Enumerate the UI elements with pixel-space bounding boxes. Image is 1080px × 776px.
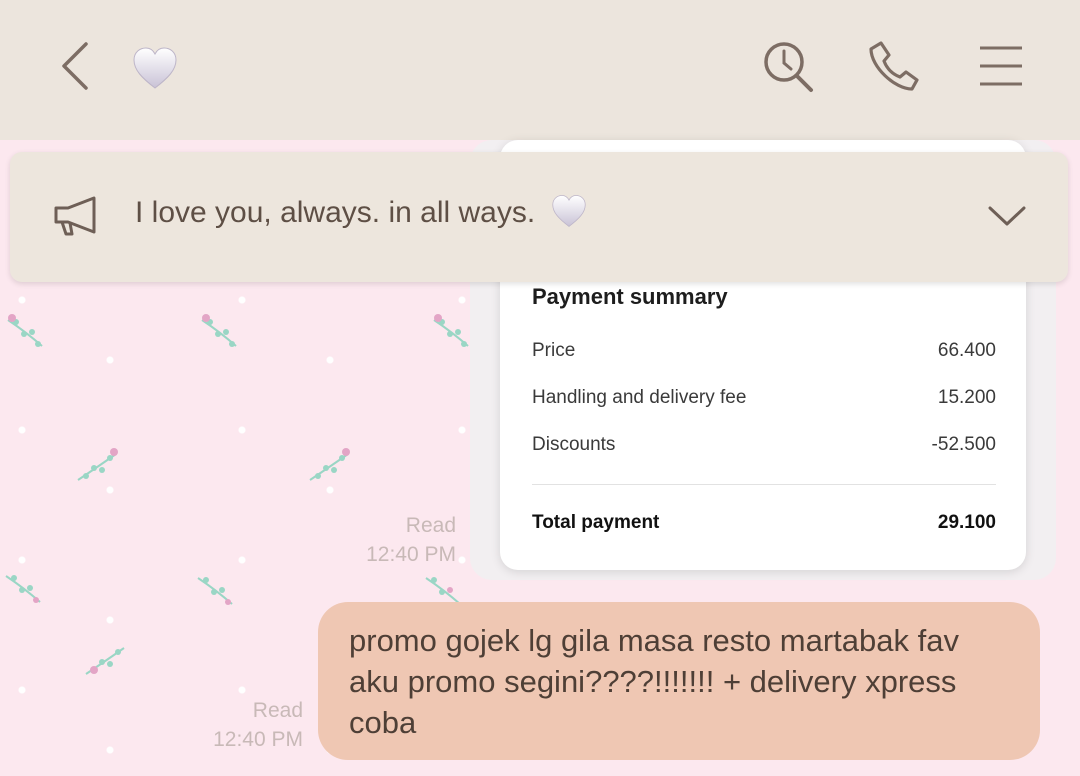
megaphone-icon: [54, 196, 96, 236]
menu-icon: [980, 46, 1022, 86]
call-button[interactable]: [866, 38, 922, 94]
announcement-text: I love you, always. in all ways.: [135, 194, 588, 230]
message-meta: Read 12:40 PM: [186, 696, 303, 754]
read-status: Read: [252, 699, 303, 722]
receipt-divider: [532, 484, 996, 485]
sent-message-bubble[interactable]: promo gojek lg gila masa resto martabak …: [318, 602, 1040, 760]
flower-sprig-decoration: [433, 314, 469, 347]
phone-icon: [869, 41, 919, 91]
flower-sprig-decoration: [309, 448, 350, 481]
discounts-value: -52.500: [931, 434, 996, 455]
flower-sprig-decoration: [5, 575, 41, 603]
chevron-down-icon: [988, 206, 1026, 226]
delivery-fee-label: Handling and delivery fee: [532, 387, 747, 408]
price-value: 66.400: [937, 340, 996, 361]
message-meta: Read 12:40 PM: [340, 511, 456, 569]
message-text: promo gojek lg gila masa resto martabak …: [349, 623, 959, 740]
search-icon: [764, 42, 813, 92]
announcement-label: I love you, always. in all ways.: [135, 196, 536, 229]
flower-sprig-decoration: [77, 448, 118, 481]
flower-sprig-decoration: [7, 314, 43, 347]
white-heart-emoji: [551, 195, 586, 227]
payment-summary-title: Payment summary: [532, 284, 728, 309]
read-status: Read: [405, 514, 456, 537]
search-button[interactable]: [760, 38, 816, 94]
message-time: 12:40 PM: [213, 728, 303, 751]
total-payment-label: Total payment: [532, 512, 660, 533]
flower-sprig-decoration: [201, 314, 237, 347]
chevron-left-icon: [62, 42, 88, 90]
flower-sprig-decoration: [197, 577, 233, 605]
delivery-fee-value: 15.200: [937, 387, 996, 408]
total-payment-value: 29.100: [937, 512, 996, 533]
menu-button[interactable]: [976, 42, 1026, 90]
expand-announcement-button[interactable]: [984, 198, 1030, 234]
back-button[interactable]: [52, 36, 98, 96]
price-label: Price: [532, 340, 576, 361]
chat-header: [0, 0, 1080, 140]
flower-sprig-decoration: [85, 647, 125, 675]
message-time: 12:40 PM: [366, 543, 456, 566]
discounts-label: Discounts: [532, 434, 616, 455]
white-heart-emoji: [133, 47, 177, 89]
